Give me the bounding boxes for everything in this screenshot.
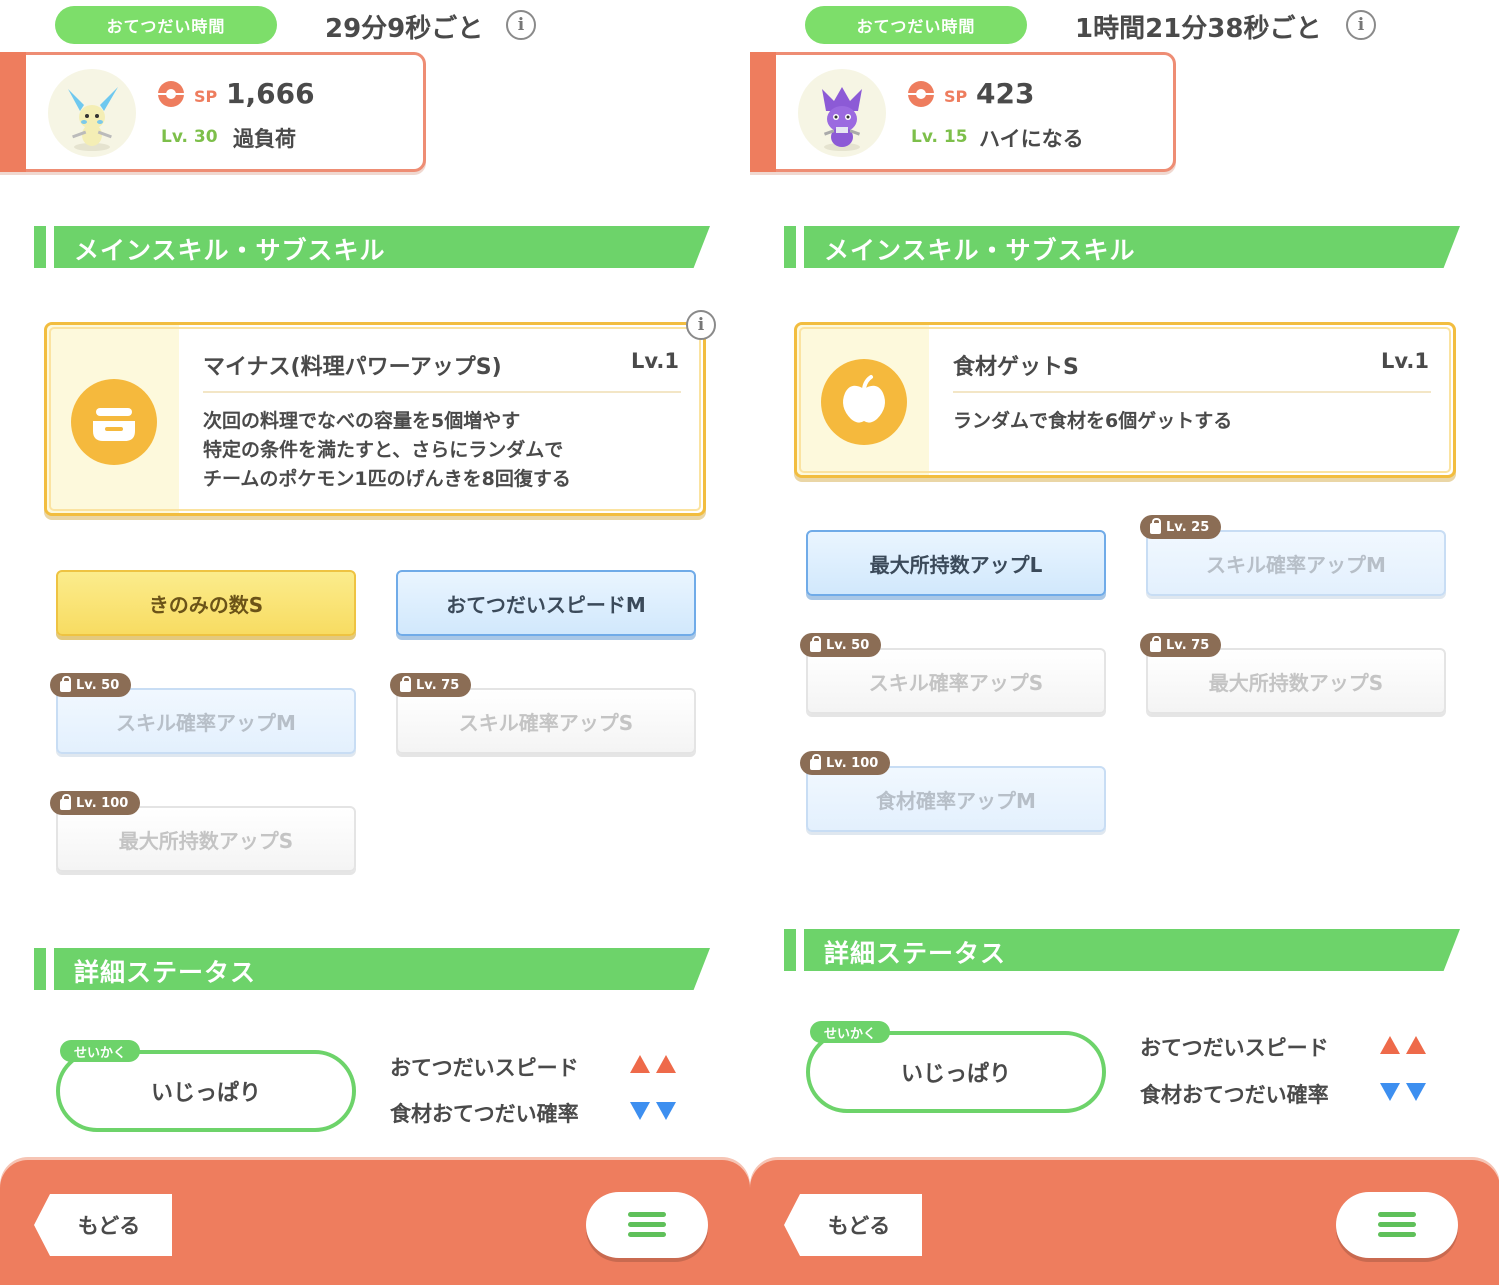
- sp-value: 423: [976, 77, 1035, 110]
- skill-info-icon[interactable]: i: [686, 310, 716, 340]
- info-icon[interactable]: i: [506, 10, 536, 40]
- down-arrow-icon: [1380, 1083, 1400, 1101]
- section-header-status: 詳細ステータス: [784, 929, 1460, 971]
- pokemon-level: Lv. 30: [161, 127, 218, 147]
- section-header-skills: メインスキル・サブスキル: [784, 226, 1460, 268]
- sub-skill-button[interactable]: おてつだいスピードM: [396, 570, 696, 636]
- divider: [203, 391, 681, 393]
- bottom-nav-bar: もどる: [750, 1160, 1499, 1285]
- sub-skill-button-locked[interactable]: スキル確率アップM: [56, 688, 356, 754]
- lock-icon: [810, 636, 821, 652]
- up-arrow-icon: [656, 1055, 676, 1073]
- main-skill-name: 食材ゲットS: [953, 355, 1079, 380]
- section-title: メインスキル・サブスキル: [74, 236, 386, 265]
- hamburger-icon: [628, 1212, 666, 1217]
- toxel-sprite-icon: [822, 87, 862, 151]
- pot-icon: [71, 379, 157, 465]
- lock-icon: [1150, 518, 1161, 534]
- menu-button[interactable]: [586, 1192, 708, 1258]
- sub-skill-button-locked[interactable]: スキル確率アップM: [1146, 530, 1446, 596]
- lock-icon: [60, 676, 71, 692]
- help-time-value: 1時間21分38秒ごと: [1075, 14, 1322, 44]
- sub-skill-button-locked[interactable]: スキル確率アップS: [396, 688, 696, 754]
- lock-icon: [60, 794, 71, 810]
- sp-label: SP: [194, 87, 218, 106]
- info-icon[interactable]: i: [1346, 10, 1376, 40]
- pokemon-summary-card: SP 1,666 Lv. 30 過負荷: [0, 52, 426, 172]
- divider: [953, 391, 1431, 393]
- main-skill-card[interactable]: マイナス(料理パワーアップS) Lv.1 次回の料理でなべの容量を5個増やす 特…: [44, 322, 706, 516]
- down-arrow-icon: [630, 1102, 650, 1120]
- section-title: メインスキル・サブスキル: [824, 236, 1136, 265]
- pokemon-status: ハイになる: [979, 127, 1084, 151]
- lock-level-badge: Lv. 25: [1140, 515, 1222, 539]
- apple-icon: [821, 359, 907, 445]
- main-skill-level: Lv.1: [631, 349, 679, 373]
- main-skill-description: 次回の料理でなべの容量を5個増やす 特定の条件を満たすと、さらにランダムで チー…: [203, 410, 571, 490]
- sp-label: SP: [944, 87, 968, 106]
- nature-tag: せいかく: [810, 1021, 891, 1043]
- back-button[interactable]: もどる: [784, 1194, 922, 1256]
- nature-pill[interactable]: いじっぱり: [806, 1031, 1106, 1113]
- sp-value: 1,666: [226, 77, 315, 110]
- nature-tag: せいかく: [60, 1040, 141, 1062]
- nature-down-label: 食材おてつだい確率: [1140, 1083, 1329, 1107]
- nature-pill[interactable]: いじっぱり: [56, 1050, 356, 1132]
- lock-icon: [1150, 636, 1161, 652]
- pokemon-summary-card: SP 423 Lv. 15 ハイになる: [750, 52, 1176, 172]
- minun-sprite-icon: [68, 87, 118, 151]
- pokemon-level: Lv. 15: [911, 127, 968, 147]
- pokemon-avatar: [798, 69, 886, 157]
- lock-level-badge: Lv. 50: [800, 633, 882, 657]
- sp-pokeball-icon: [908, 81, 934, 107]
- card-accent-stripe: [0, 52, 26, 172]
- main-skill-name: マイナス(料理パワーアップS): [203, 355, 502, 380]
- sub-skill-button-locked[interactable]: 最大所持数アップS: [1146, 648, 1446, 714]
- section-header-skills: メインスキル・サブスキル: [34, 226, 710, 268]
- sub-skill-button[interactable]: きのみの数S: [56, 570, 356, 636]
- sub-skill-button[interactable]: 最大所持数アップL: [806, 530, 1106, 596]
- pokemon-status: 過負荷: [233, 127, 296, 151]
- help-time-label: おてつだい時間: [55, 6, 277, 44]
- sub-skill-button-locked[interactable]: 最大所持数アップS: [56, 806, 356, 872]
- main-skill-level: Lv.1: [1381, 349, 1429, 373]
- down-arrow-icon: [1406, 1083, 1426, 1101]
- back-button[interactable]: もどる: [34, 1194, 172, 1256]
- sp-pokeball-icon: [158, 81, 184, 107]
- lock-icon: [810, 754, 821, 770]
- pokemon-detail-panel-left: おてつだい時間 29分9秒ごと i SP 1,666 Lv. 30 過負荷 メイ…: [0, 0, 750, 1285]
- main-skill-card[interactable]: 食材ゲットS Lv.1 ランダムで食材を6個ゲットする: [794, 322, 1456, 478]
- hamburger-icon: [1378, 1212, 1416, 1217]
- lock-level-badge: Lv. 75: [1140, 633, 1222, 657]
- sub-skill-button-locked[interactable]: 食材確率アップM: [806, 766, 1106, 832]
- section-header-status: 詳細ステータス: [34, 948, 710, 990]
- pokemon-avatar: [48, 69, 136, 157]
- lock-level-badge: Lv. 100: [800, 751, 891, 775]
- nature-up-label: おてつだいスピード: [1140, 1036, 1329, 1060]
- lock-level-badge: Lv. 50: [50, 673, 132, 697]
- section-title: 詳細ステータス: [824, 939, 1007, 968]
- menu-button[interactable]: [1336, 1192, 1458, 1258]
- nature-up-label: おてつだいスピード: [390, 1056, 579, 1080]
- main-skill-description: ランダムで食材を6個ゲットする: [953, 410, 1233, 432]
- lock-level-badge: Lv. 75: [390, 673, 472, 697]
- section-title: 詳細ステータス: [74, 958, 257, 987]
- nature-down-label: 食材おてつだい確率: [390, 1102, 579, 1126]
- sub-skill-button-locked[interactable]: スキル確率アップS: [806, 648, 1106, 714]
- lock-icon: [400, 676, 411, 692]
- help-time-value: 29分9秒ごと: [325, 14, 484, 44]
- bottom-nav-bar: もどる: [0, 1160, 750, 1285]
- card-accent-stripe: [750, 52, 776, 172]
- lock-level-badge: Lv. 100: [50, 791, 141, 815]
- pokemon-detail-panel-right: おてつだい時間 1時間21分38秒ごと i SP 423 Lv. 15 ハイにな…: [750, 0, 1499, 1285]
- up-arrow-icon: [630, 1055, 650, 1073]
- up-arrow-icon: [1380, 1036, 1400, 1054]
- up-arrow-icon: [1406, 1036, 1426, 1054]
- down-arrow-icon: [656, 1102, 676, 1120]
- help-time-label: おてつだい時間: [805, 6, 1027, 44]
